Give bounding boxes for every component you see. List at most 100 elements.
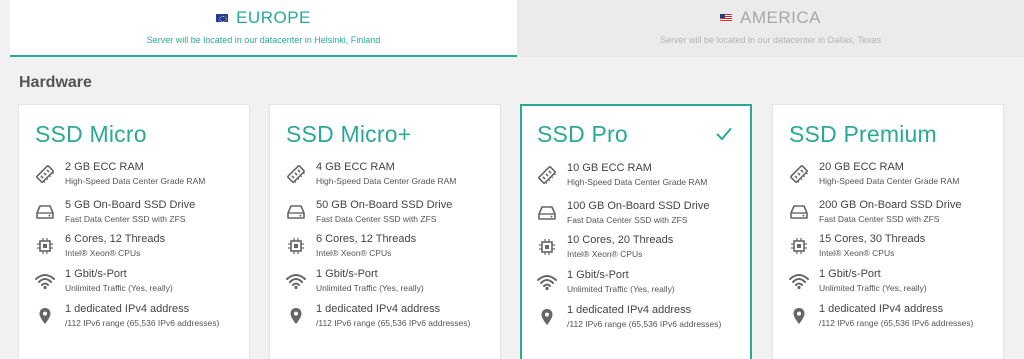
plan-title: SSD Pro [537,121,628,147]
ram-icon [789,165,809,183]
tab-europe[interactable]: EUROPE Server will be located in our dat… [10,0,517,57]
feature-sub: /112 IPv6 range (65,536 IPv6 addresses) [567,319,722,329]
feature-sub: /112 IPv6 range (65,536 IPv6 addresses) [65,318,220,328]
drive-icon [286,203,306,221]
feature-main: 10 Cores, 20 Threads [567,234,674,246]
plan-card-ssd-pro[interactable]: SSD Pro 10 GB ECC RAM High-Speed Data Cent… [520,104,752,359]
wifi-icon [537,273,557,291]
feature-main: 6 Cores, 12 Threads [316,233,417,245]
feature-sub: Fast Data Center SSD with ZFS [65,214,186,224]
feature-row: 1 dedicated IPv4 address/112 IPv6 range … [286,303,496,335]
feature-text: 200 GB On-Board SSD Drive Fast Data Cente… [819,199,961,225]
feature-main: 1 Gbit/s-Port [65,268,127,280]
section-title: Hardware [19,74,92,91]
feature-row: 200 GB On-Board SSD Drive Fast Data Cente… [789,199,999,231]
feature-main: 1 dedicated IPv4 address [316,303,441,315]
feature-sub: Unlimited Traffic (Yes, really) [567,284,675,294]
wifi-icon [789,272,809,290]
feature-main: 1 dedicated IPv4 address [567,304,692,316]
tab-europe-title: EUROPE [216,8,311,28]
plan-card-ssd-micro-plus[interactable]: SSD Micro+ 4 GB ECC RAM High-Speed Data Ce… [269,104,501,359]
feature-main: 1 Gbit/s-Port [567,269,629,281]
feature-row: 10 GB ECC RAM High-Speed Data Center Grad… [537,162,747,194]
plan-title: SSD Premium [789,121,937,147]
checkmark-icon [716,126,732,142]
feature-text: 10 Cores, 20 Threads Intel® Xeon® CPUs [567,234,673,260]
feature-text: 6 Cores, 12 Threads Intel® Xeon® CPUs [65,233,165,259]
feature-text: 5 GB On-Board SSD Drive Fast Data Center … [65,199,195,225]
us-flag-icon [720,14,733,22]
feature-sub: Unlimited Traffic (Yes, really) [819,283,927,293]
feature-row: 1 dedicated IPv4 address/112 IPv6 range … [35,303,245,335]
feature-sub: Intel® Xeon® CPUs [65,248,141,258]
feature-text: 1 dedicated IPv4 address/112 IPv6 range … [819,303,973,329]
tab-europe-label: EUROPE [236,8,311,27]
eu-flag-icon [216,14,229,22]
feature-sub: Intel® Xeon® CPUs [567,249,643,259]
feature-row: 20 GB ECC RAM High-Speed Data Center Grad… [789,161,999,193]
feature-text: 1 dedicated IPv4 address/112 IPv6 range … [65,303,219,329]
feature-main: 10 GB ECC RAM [567,162,652,174]
feature-text: 1 dedicated IPv4 address/112 IPv6 range … [567,304,721,330]
location-pin-icon [286,307,306,325]
feature-sub: Fast Data Center SSD with ZFS [316,214,437,224]
feature-text: 15 Cores, 30 Threads Intel® Xeon® CPUs [819,233,925,259]
feature-main: 1 dedicated IPv4 address [819,303,944,315]
tab-america[interactable]: AMERICA Server will be located in our da… [517,0,1024,57]
plan-card-ssd-premium[interactable]: SSD Premium 20 GB ECC RAM High-Speed Data … [772,104,1004,359]
region-tabs: EUROPE Server will be located in our dat… [10,0,1024,57]
cpu-icon [537,238,557,256]
feature-text: 1 Gbit/s-Port Unlimited Traffic (Yes, rea… [567,269,675,295]
feature-row: 1 Gbit/s-Port Unlimited Traffic (Yes, rea… [537,269,747,301]
feature-main: 2 GB ECC RAM [65,161,144,173]
feature-text: 4 GB ECC RAM High-Speed Data Center Grade… [316,161,456,187]
tab-america-subtitle: Server will be located in our datacenter… [660,35,881,45]
feature-sub: Fast Data Center SSD with ZFS [567,215,688,225]
feature-main: 1 Gbit/s-Port [316,268,378,280]
feature-text: 100 GB On-Board SSD Drive Fast Data Cente… [567,200,709,226]
feature-sub: High-Speed Data Center Grade RAM [567,177,708,187]
feature-row: 5 GB On-Board SSD Drive Fast Data Center … [35,199,245,231]
feature-main: 15 Cores, 30 Threads [819,233,926,245]
feature-row: 50 GB On-Board SSD Drive Fast Data Center… [286,199,496,231]
plan-card-ssd-micro[interactable]: SSD Micro 2 GB ECC RAM High-Speed Data Cen… [18,104,250,359]
feature-main: 6 Cores, 12 Threads [65,233,166,245]
location-pin-icon [789,307,809,325]
feature-text: 1 Gbit/s-Port Unlimited Traffic (Yes, rea… [65,268,173,294]
feature-text: 10 GB ECC RAM High-Speed Data Center Grad… [567,162,707,188]
feature-row: 1 dedicated IPv4 address/112 IPv6 range … [789,303,999,335]
feature-sub: Intel® Xeon® CPUs [819,248,895,258]
feature-row: 15 Cores, 30 Threads Intel® Xeon® CPUs [789,233,999,265]
feature-row: 100 GB On-Board SSD Drive Fast Data Cente… [537,200,747,232]
feature-row: 4 GB ECC RAM High-Speed Data Center Grade… [286,161,496,193]
tab-europe-subtitle: Server will be located in our datacenter… [146,35,381,45]
feature-sub: /112 IPv6 range (65,536 IPv6 addresses) [316,318,471,328]
tab-america-title: AMERICA [720,8,821,28]
feature-sub: Unlimited Traffic (Yes, really) [316,283,424,293]
feature-main: 1 Gbit/s-Port [819,268,881,280]
plan-title: SSD Micro+ [286,121,412,147]
feature-main: 1 dedicated IPv4 address [65,303,190,315]
feature-row: 1 Gbit/s-Port Unlimited Traffic (Yes, rea… [35,268,245,300]
feature-text: 50 GB On-Board SSD Drive Fast Data Center… [316,199,452,225]
feature-sub: Unlimited Traffic (Yes, really) [65,283,173,293]
drive-icon [537,204,557,222]
tab-america-label: AMERICA [740,8,821,27]
drive-icon [789,203,809,221]
ram-icon [286,165,306,183]
feature-text: 6 Cores, 12 Threads Intel® Xeon® CPUs [316,233,416,259]
feature-main: 50 GB On-Board SSD Drive [316,199,453,211]
feature-main: 200 GB On-Board SSD Drive [819,199,962,211]
feature-main: 20 GB ECC RAM [819,161,904,173]
feature-sub: High-Speed Data Center Grade RAM [65,176,206,186]
feature-row: 10 Cores, 20 Threads Intel® Xeon® CPUs [537,234,747,266]
feature-sub: High-Speed Data Center Grade RAM [819,176,960,186]
cpu-icon [35,237,55,255]
location-pin-icon [537,308,557,326]
feature-sub: Fast Data Center SSD with ZFS [819,214,940,224]
feature-text: 1 dedicated IPv4 address/112 IPv6 range … [316,303,470,329]
feature-row: 1 Gbit/s-Port Unlimited Traffic (Yes, rea… [286,268,496,300]
feature-row: 2 GB ECC RAM High-Speed Data Center Grade… [35,161,245,193]
feature-main: 100 GB On-Board SSD Drive [567,200,710,212]
wifi-icon [35,272,55,290]
